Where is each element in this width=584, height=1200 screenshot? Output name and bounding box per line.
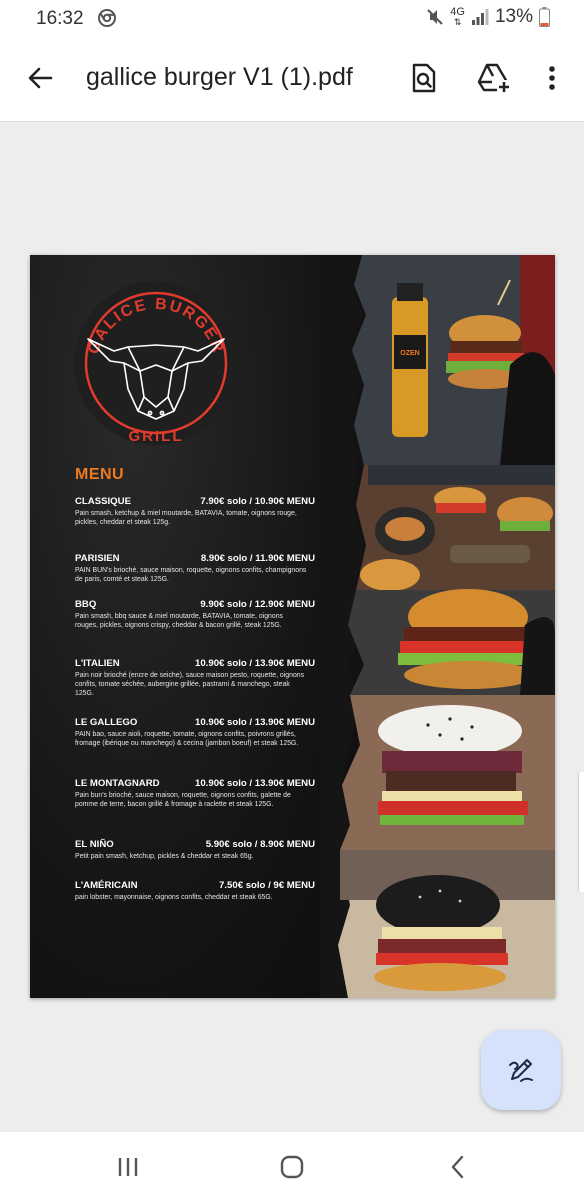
pdf-viewer[interactable]: OZEN GALICE BURGER GRILL MENU CLASSIQUE … (0, 122, 584, 1132)
annotate-pen-icon (509, 1059, 533, 1082)
home-icon (280, 1155, 304, 1179)
black-bun-burger-photo (338, 850, 555, 998)
status-right-group: 4G ⇅ 13% (426, 6, 550, 28)
system-back-button[interactable] (440, 1150, 476, 1184)
status-bar: 16:32 4G ⇅ 13% (0, 0, 584, 36)
recents-button[interactable] (110, 1152, 146, 1182)
item-description: Pain bun's brioché, sauce maison, roquet… (75, 792, 291, 808)
item-price: 10.90€ solo / 13.90€ MENU (195, 658, 315, 669)
item-price: 10.90€ solo / 13.90€ MENU (195, 778, 315, 789)
add-to-drive-button[interactable] (472, 58, 516, 98)
menu-item: CLASSIQUE 7.90€ solo / 10.90€ MENU Pain s… (75, 496, 315, 528)
item-price: 10.90€ solo / 13.90€ MENU (195, 717, 315, 728)
search-document-icon (412, 63, 436, 93)
network-type: 4G (450, 6, 465, 18)
menu-item: L'AMÉRICAIN 7.50€ solo / 9€ MENU pain lob… (75, 880, 315, 903)
item-name: LE MONTAGNARD (75, 778, 160, 789)
menu-item: LE MONTAGNARD 10.90€ solo / 13.90€ MENU P… (75, 778, 315, 810)
home-button[interactable] (274, 1150, 310, 1184)
system-nav-bar (0, 1132, 584, 1200)
item-name: PARISIEN (75, 553, 120, 564)
back-icon (451, 1155, 464, 1179)
annotate-button[interactable] (481, 1030, 561, 1110)
pdf-page: OZEN GALICE BURGER GRILL MENU CLASSIQUE … (30, 255, 555, 998)
photo-strip: OZEN (320, 255, 555, 998)
item-description: Pain noir brioché (encre de seiche), sau… (75, 672, 305, 697)
item-description: Petit pain smash, ketchup, pickles & che… (75, 853, 254, 860)
item-name: CLASSIQUE (75, 496, 131, 507)
recents-icon (118, 1158, 138, 1176)
back-arrow-icon (28, 67, 53, 89)
menu-item: PARISIEN 8.90€ solo / 11.90€ MENU PAIN BU… (75, 553, 315, 585)
scroll-handle[interactable] (578, 772, 584, 892)
logo-bottom-text: GRILL (129, 428, 184, 445)
item-name: LE GALLEGO (75, 717, 138, 728)
item-description: Pain smash, bbq sauce & miel moutarde, B… (75, 613, 283, 629)
sesame-burger-photo (340, 695, 555, 850)
burger-with-drink-photo: OZEN (352, 255, 555, 465)
item-description: PAIN BUN's brioché, sauce maison, roquet… (75, 567, 307, 583)
mute-icon (427, 9, 443, 25)
burger-board-photo (356, 465, 555, 591)
find-in-document-button[interactable] (404, 58, 444, 98)
item-price: 7.50€ solo / 9€ MENU (219, 880, 315, 891)
document-title: gallice burger V1 (1).pdf (86, 63, 353, 91)
item-description: PAIN bao, sauce aioli, roquette, tomate,… (75, 731, 299, 747)
item-name: L'ITALIEN (75, 658, 120, 669)
svg-text:OZEN: OZEN (400, 350, 419, 357)
item-price: 8.90€ solo / 11.90€ MENU (200, 553, 315, 564)
item-description: Pain smash, ketchup & miel moutarde, BAT… (75, 510, 297, 526)
menu-item: LE GALLEGO 10.90€ solo / 13.90€ MENU PAIN… (75, 717, 315, 749)
drive-add-icon (477, 63, 511, 93)
more-vert-icon (549, 66, 555, 90)
item-price: 7.90€ solo / 10.90€ MENU (200, 496, 315, 507)
menu-item: EL NIÑO 5.90€ solo / 8.90€ MENU Petit pai… (75, 839, 315, 862)
menu-item: L'ITALIEN 10.90€ solo / 13.90€ MENU Pain … (75, 658, 315, 698)
menu-heading: MENU (75, 466, 125, 483)
item-price: 9.90€ solo / 12.90€ MENU (200, 599, 315, 610)
app-bar: gallice burger V1 (1).pdf (0, 36, 584, 122)
item-price: 5.90€ solo / 8.90€ MENU (205, 839, 315, 850)
burger-closeup-photo (348, 589, 555, 695)
photo-column: OZEN (320, 255, 555, 998)
back-button[interactable] (20, 58, 60, 98)
item-description: pain lobster, mayonnaise, oignons confit… (75, 894, 273, 901)
menu-item: BBQ 9.90€ solo / 12.90€ MENU Pain smash, … (75, 599, 315, 631)
status-time: 16:32 (36, 8, 84, 29)
galice-burger-logo: GALICE BURGER GRILL (74, 281, 238, 445)
more-options-button[interactable] (534, 58, 570, 98)
battery-icon (539, 7, 550, 27)
chrome-icon (98, 9, 116, 27)
battery-percent: 13% (494, 6, 533, 27)
item-name: EL NIÑO (75, 839, 114, 850)
signal-icon (471, 9, 489, 25)
item-name: BBQ (75, 599, 97, 610)
item-name: L'AMÉRICAIN (75, 880, 138, 891)
